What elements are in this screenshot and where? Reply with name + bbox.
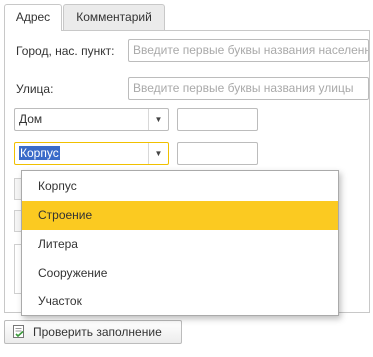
city-label: Город, нас. пункт: xyxy=(16,44,115,58)
chevron-down-icon: ▼ xyxy=(154,115,163,124)
dropdown-item-label: Участок xyxy=(38,294,82,308)
document-check-icon xyxy=(13,325,24,338)
dropdown-item-highlighted[interactable]: Строение xyxy=(22,201,338,230)
dropdown-item[interactable]: Корпус xyxy=(22,172,338,201)
house-number-input[interactable] xyxy=(177,108,258,131)
building-number-input[interactable] xyxy=(177,142,258,165)
dropdown-item[interactable]: Участок xyxy=(22,287,338,316)
street-input[interactable]: Введите первые буквы названия улицы xyxy=(128,77,369,100)
tab-comment[interactable]: Комментарий xyxy=(63,4,165,30)
house-type-dropdown-button[interactable]: ▼ xyxy=(148,109,168,130)
dropdown-item-label: Корпус xyxy=(38,179,77,193)
building-type-value: Корпус xyxy=(19,143,60,164)
tab-comment-label: Комментарий xyxy=(76,10,152,24)
city-input[interactable]: Введите первые буквы названия населенног… xyxy=(128,39,369,62)
check-fill-button[interactable]: Проверить заполнение xyxy=(4,320,182,344)
house-type-value: Дом xyxy=(19,112,43,126)
dropdown-item[interactable]: Литера xyxy=(22,230,338,259)
check-fill-label: Проверить заполнение xyxy=(33,325,162,339)
city-placeholder: Введите первые буквы названия населенног… xyxy=(133,43,368,57)
tab-address-label: Адрес xyxy=(15,10,51,24)
house-type-select[interactable]: Дом ▼ xyxy=(14,108,169,131)
dropdown-item-label: Литера xyxy=(38,237,78,251)
chevron-down-icon: ▼ xyxy=(154,149,163,158)
dropdown-item[interactable]: Сооружение xyxy=(22,259,338,288)
building-type-dropdown-button[interactable]: ▼ xyxy=(148,143,168,164)
building-type-selected-text: Корпус xyxy=(19,146,60,160)
street-placeholder: Введите первые буквы названия улицы xyxy=(133,81,354,95)
street-label: Улица: xyxy=(16,82,54,96)
tab-address[interactable]: Адрес xyxy=(4,4,62,31)
building-type-dropdown-list: Корпус Строение Литера Сооружение Участо… xyxy=(21,170,339,316)
dropdown-item-label: Строение xyxy=(38,208,93,222)
building-type-select[interactable]: Корпус ▼ xyxy=(14,142,169,165)
dropdown-item-label: Сооружение xyxy=(38,266,108,280)
